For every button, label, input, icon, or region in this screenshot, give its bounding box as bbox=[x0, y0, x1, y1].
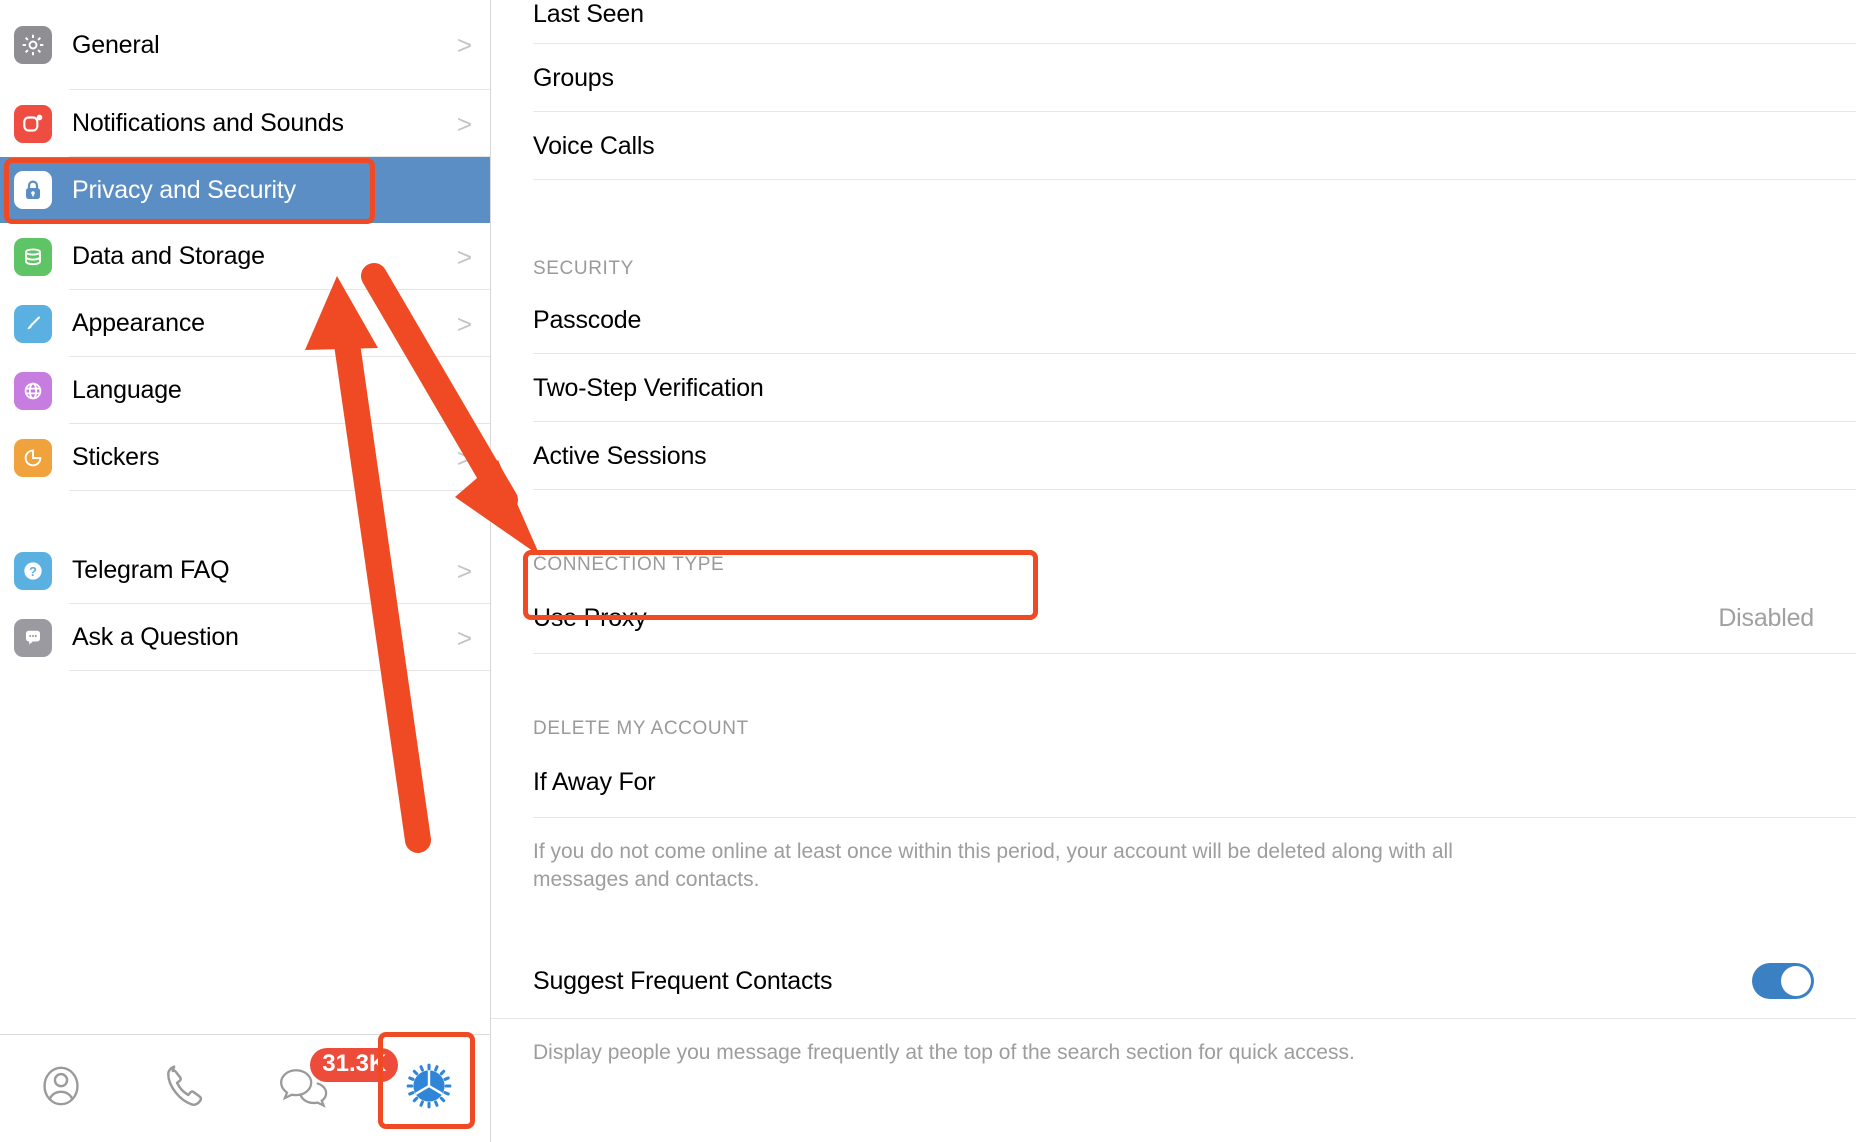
sidebar-item-label: Stickers bbox=[72, 443, 160, 471]
telegram-settings-window: General > Notifications and Sounds > Pri… bbox=[0, 0, 1856, 1142]
bottom-tab-bar: 31.3K bbox=[0, 1034, 490, 1142]
security-section-header: SECURITY bbox=[533, 258, 634, 279]
row-label: If Away For bbox=[533, 767, 656, 796]
privacy-and-security-pane: Last Seen Groups Voice Calls SECURITY Pa… bbox=[491, 0, 1856, 1142]
person-circle-icon bbox=[35, 1060, 87, 1117]
sidebar-item-appearance[interactable]: Appearance > bbox=[0, 290, 490, 357]
settings-gear-icon bbox=[403, 1060, 455, 1117]
chats-tab[interactable]: 31.3K bbox=[245, 1035, 399, 1142]
connection-type-section-header: CONNECTION TYPE bbox=[533, 554, 725, 575]
phone-icon bbox=[157, 1059, 211, 1118]
row-label: Suggest Frequent Contacts bbox=[533, 966, 833, 995]
sidebar-item-label: Language bbox=[72, 376, 182, 404]
row-if-away-for[interactable]: If Away For bbox=[491, 746, 1856, 818]
divider bbox=[533, 489, 1856, 490]
row-two-step-verification[interactable]: Two-Step Verification bbox=[491, 354, 1856, 422]
row-label: Passcode bbox=[533, 305, 642, 334]
sidebar-item-telegram-faq[interactable]: ? Telegram FAQ > bbox=[0, 537, 490, 604]
paintbrush-icon bbox=[14, 304, 52, 343]
delete-my-account-section-header: DELETE MY ACCOUNT bbox=[533, 718, 749, 739]
sidebar-item-data-and-storage[interactable]: Data and Storage > bbox=[0, 223, 490, 290]
divider bbox=[533, 817, 1856, 818]
question-icon: ? bbox=[14, 551, 52, 590]
sidebar-item-label: General bbox=[72, 30, 160, 59]
sidebar-item-ask-a-question[interactable]: Ask a Question > bbox=[0, 604, 490, 671]
calls-tab[interactable] bbox=[123, 1035, 246, 1142]
svg-text:?: ? bbox=[29, 563, 37, 578]
sticker-icon bbox=[14, 438, 52, 477]
suggest-frequent-contacts-note: Display people you message frequently at… bbox=[533, 1041, 1355, 1065]
chevron-right-icon: > bbox=[456, 30, 472, 60]
row-suggest-frequent-contacts[interactable]: Suggest Frequent Contacts bbox=[491, 943, 1856, 1020]
globe-icon bbox=[14, 371, 52, 410]
use-proxy-status: Disabled bbox=[1718, 603, 1814, 632]
sidebar-item-privacy-and-security[interactable]: Privacy and Security bbox=[0, 157, 490, 223]
database-icon bbox=[14, 237, 52, 276]
row-passcode[interactable]: Passcode bbox=[491, 286, 1856, 354]
sidebar-item-label: Data and Storage bbox=[72, 242, 265, 270]
row-label: Groups bbox=[533, 63, 614, 92]
chevron-right-icon: > bbox=[456, 555, 472, 586]
divider bbox=[533, 653, 1856, 654]
divider bbox=[69, 490, 490, 491]
toggle-knob bbox=[1781, 966, 1811, 997]
divider bbox=[69, 670, 490, 671]
row-label: Two-Step Verification bbox=[533, 373, 764, 402]
contacts-tab[interactable] bbox=[0, 1035, 123, 1142]
row-use-proxy[interactable]: Use Proxy Disabled bbox=[491, 582, 1856, 654]
chat-bubble-icon bbox=[14, 618, 52, 657]
chevron-right-icon: > bbox=[456, 442, 472, 473]
row-voice-calls[interactable]: Voice Calls bbox=[491, 112, 1856, 180]
row-label: Active Sessions bbox=[533, 441, 707, 470]
sidebar-item-label: Telegram FAQ bbox=[72, 556, 230, 584]
chevron-right-icon: > bbox=[456, 241, 472, 272]
sidebar-item-language[interactable]: Language bbox=[0, 357, 490, 424]
chevron-right-icon: > bbox=[456, 622, 472, 653]
row-label: Last Seen bbox=[533, 0, 644, 28]
lock-icon bbox=[14, 171, 52, 209]
sidebar-item-label: Notifications and Sounds bbox=[72, 109, 344, 137]
sidebar-item-stickers[interactable]: Stickers > bbox=[0, 424, 490, 491]
chevron-right-icon: > bbox=[456, 308, 472, 339]
row-last-seen[interactable]: Last Seen bbox=[491, 0, 1856, 44]
row-groups[interactable]: Groups bbox=[491, 44, 1856, 112]
sidebar-item-label: Privacy and Security bbox=[72, 175, 296, 204]
sidebar-item-label: Appearance bbox=[72, 309, 205, 337]
sidebar-item-general[interactable]: General > bbox=[0, 0, 490, 90]
divider bbox=[491, 1018, 1856, 1020]
sidebar-list: General > Notifications and Sounds > Pri… bbox=[0, 0, 490, 1034]
gear-icon bbox=[14, 26, 52, 64]
row-label: Use Proxy bbox=[533, 603, 647, 632]
suggest-frequent-contacts-toggle[interactable] bbox=[1752, 963, 1814, 1000]
row-label: Voice Calls bbox=[533, 131, 655, 160]
bell-badge-icon bbox=[14, 104, 52, 143]
divider bbox=[533, 179, 1856, 180]
chevron-right-icon: > bbox=[456, 108, 472, 139]
delete-account-note: If you do not come online at least once … bbox=[533, 840, 1453, 891]
settings-sidebar: General > Notifications and Sounds > Pri… bbox=[0, 0, 491, 1142]
settings-tab[interactable] bbox=[368, 1035, 491, 1142]
sidebar-item-notifications-and-sounds[interactable]: Notifications and Sounds > bbox=[0, 90, 490, 157]
sidebar-item-label: Ask a Question bbox=[72, 623, 239, 651]
row-active-sessions[interactable]: Active Sessions bbox=[491, 422, 1856, 490]
